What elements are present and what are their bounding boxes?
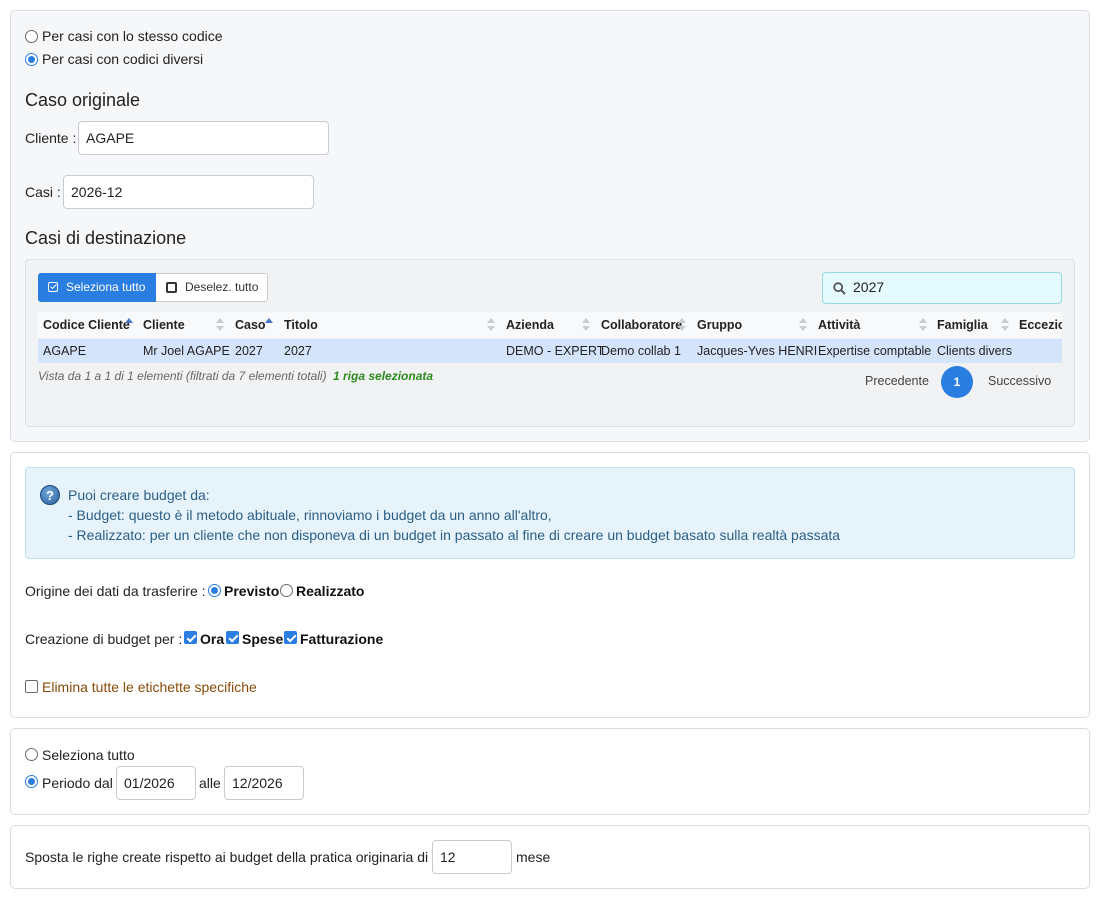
sort-icon — [582, 318, 590, 332]
sort-icon — [799, 318, 807, 332]
col-azienda[interactable]: Azienda — [501, 312, 554, 338]
budget-options-panel: ? Puoi creare budget da: - Budget: quest… — [10, 452, 1090, 718]
help-line-2: - Budget: questo è il metodo abituale, r… — [68, 507, 552, 523]
table-row[interactable]: AGAPE Mr Joel AGAPE 2027 2027 DEMO - EXP… — [38, 339, 1062, 363]
cell-gruppo: Jacques-Yves HENRI — [697, 344, 818, 358]
budget-billing-checkbox[interactable] — [284, 631, 297, 644]
deselect-all-button[interactable]: Deselez. tutto — [156, 273, 268, 302]
period-to-label: alle — [199, 775, 221, 791]
period-panel: Seleziona tutto Periodo dal 01/2026 alle… — [10, 728, 1090, 815]
budget-expenses-label: Spese — [242, 631, 284, 647]
shift-label: Sposta le righe create rispetto ai budge… — [25, 849, 429, 865]
checkbox-checked-icon — [48, 282, 58, 292]
next-page-button[interactable]: Successivo — [988, 374, 1051, 388]
help-line-3: - Realizzato: per un cliente che non dis… — [68, 527, 841, 543]
shift-panel: Sposta le righe create rispetto ai budge… — [10, 825, 1090, 889]
table-search[interactable]: 2027 — [822, 272, 1062, 304]
sort-icon — [919, 318, 927, 332]
diff-code-radio[interactable] — [25, 53, 38, 66]
col-attivita[interactable]: Attività — [813, 312, 860, 338]
col-collaboratore[interactable]: Collaboratore — [596, 312, 682, 338]
sort-icon — [1001, 318, 1009, 332]
prev-page-button[interactable]: Precedente — [865, 374, 929, 388]
cell-famiglia: Clients divers — [937, 344, 1013, 358]
remove-labels-label: Elimina tutte le etichette specifiche — [42, 679, 257, 695]
shift-unit-label: mese — [516, 849, 551, 865]
selection-count: 1 riga selezionata — [333, 369, 434, 383]
search-icon — [833, 282, 846, 295]
budget-for-label: Creazione di budget per : — [25, 631, 183, 647]
cell-titolo: 2027 — [284, 344, 312, 358]
budget-billing-label: Fatturazione — [300, 631, 384, 647]
period-select-all-label: Seleziona tutto — [42, 747, 135, 763]
data-origin-label: Origine dei dati da trasferire : — [25, 583, 206, 599]
client-input[interactable]: AGAPE — [78, 121, 329, 155]
select-all-button[interactable]: Seleziona tutto — [38, 273, 156, 302]
col-codice-cliente[interactable]: Codice Cliente — [38, 312, 130, 338]
remove-labels-checkbox[interactable] — [25, 680, 38, 693]
help-question-icon: ? — [40, 485, 60, 505]
sort-icon — [216, 318, 224, 332]
origin-realizzato-label: Realizzato — [296, 583, 365, 599]
case-label: Casi : — [25, 184, 61, 200]
table-info: Vista da 1 a 1 di 1 elementi (filtrati d… — [38, 369, 327, 383]
destination-table-wrapper: Seleziona tutto Deselez. tutto 2027 Codi… — [25, 259, 1075, 427]
select-all-button-label: Seleziona tutto — [66, 280, 146, 294]
page-1-button[interactable]: 1 — [941, 366, 973, 398]
same-code-radio[interactable] — [25, 30, 38, 43]
budget-hours-label: Ora — [200, 631, 225, 647]
col-titolo[interactable]: Titolo — [279, 312, 318, 338]
sort-icon — [678, 318, 686, 332]
case-input[interactable]: 2026-12 — [63, 175, 314, 209]
cell-attivita: Expertise comptable — [818, 344, 932, 358]
col-eccezioni[interactable]: Eccezio — [1014, 312, 1062, 338]
original-case-heading: Caso originale — [25, 90, 141, 110]
same-code-label: Per casi con lo stesso codice — [42, 28, 223, 44]
period-to-input[interactable]: 12/2026 — [224, 766, 304, 800]
copy-source-panel: Per casi con lo stesso codice Per casi c… — [10, 10, 1090, 442]
cell-azienda: DEMO - EXPERT — [506, 344, 605, 358]
origin-previsto-radio[interactable] — [208, 584, 221, 597]
budget-hours-checkbox[interactable] — [184, 631, 197, 644]
origin-previsto-label: Previsto — [224, 583, 280, 599]
sort-asc-icon — [265, 318, 273, 332]
sort-icon — [487, 318, 495, 332]
client-label: Cliente : — [25, 130, 77, 146]
help-text: Puoi creare budget da: - Budget: questo … — [68, 485, 840, 545]
help-line-1: Puoi creare budget da: — [68, 487, 210, 503]
diff-code-label: Per casi con codici diversi — [42, 51, 204, 67]
col-famiglia[interactable]: Famiglia — [932, 312, 988, 338]
shift-months-input[interactable]: 12 — [432, 840, 512, 874]
cell-collaboratore: Demo collab 1 — [601, 344, 681, 358]
cell-codice-cliente: AGAPE — [43, 344, 87, 358]
col-caso[interactable]: Caso — [230, 312, 266, 338]
budget-expenses-checkbox[interactable] — [226, 631, 239, 644]
period-from-label: Periodo dal — [42, 775, 113, 791]
search-input-value: 2027 — [853, 279, 885, 295]
cell-caso: 2027 — [235, 344, 263, 358]
cell-cliente: Mr Joel AGAPE — [143, 344, 230, 358]
help-box: ? Puoi creare budget da: - Budget: quest… — [25, 467, 1075, 559]
period-select-all-radio[interactable] — [25, 748, 38, 761]
checkbox-empty-icon — [166, 282, 177, 293]
period-range-radio[interactable] — [25, 775, 38, 788]
period-from-input[interactable]: 01/2026 — [116, 766, 196, 800]
deselect-all-button-label: Deselez. tutto — [185, 280, 259, 294]
col-gruppo[interactable]: Gruppo — [692, 312, 742, 338]
origin-realizzato-radio[interactable] — [280, 584, 293, 597]
destination-heading: Casi di destinazione — [25, 228, 187, 248]
col-cliente[interactable]: Cliente — [138, 312, 185, 338]
table-header: Codice Cliente Cliente Caso Titolo Azien… — [38, 312, 1062, 338]
sort-asc-icon — [125, 318, 133, 332]
